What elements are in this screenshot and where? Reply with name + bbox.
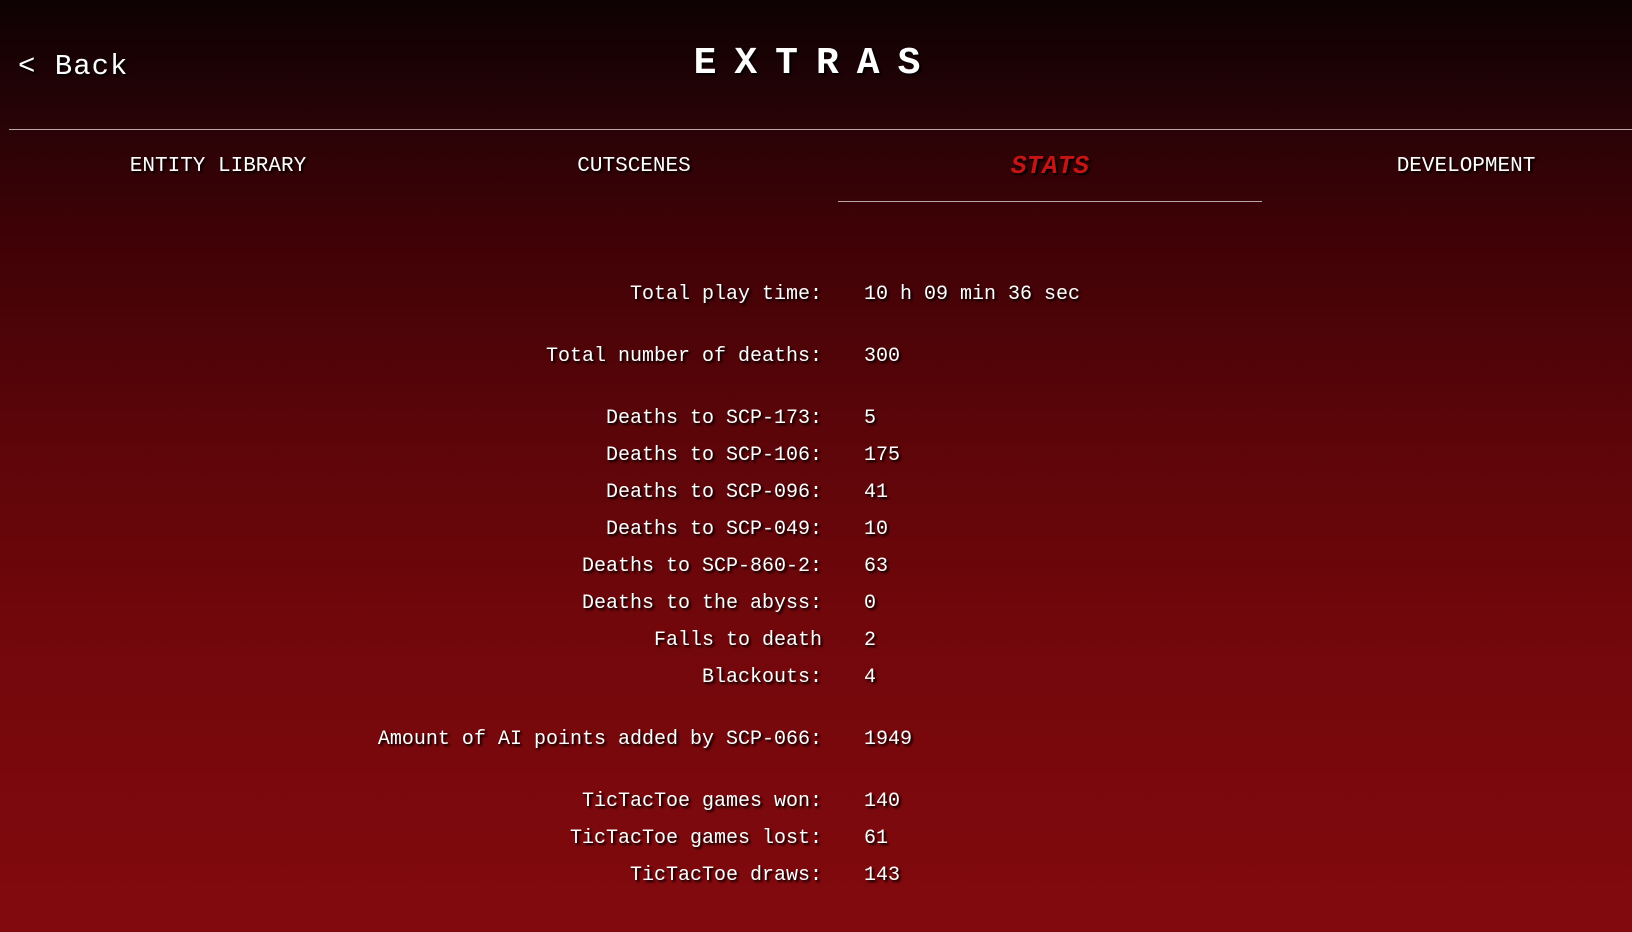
stat-value: 5 <box>864 407 877 430</box>
stat-value: 41 <box>864 481 889 504</box>
stat-row-blackouts: Blackouts: 4 <box>0 666 1632 696</box>
stat-label: TicTacToe games lost: <box>569 827 822 850</box>
stat-label: Total number of deaths: <box>545 345 822 368</box>
stat-value: 4 <box>864 666 877 689</box>
stat-value: 1949 <box>864 728 913 751</box>
stat-value: 140 <box>864 790 901 813</box>
stat-label: Deaths to SCP-049: <box>605 518 822 541</box>
stat-row-ai-points-scp-066: Amount of AI points added by SCP-066: 19… <box>0 728 1632 758</box>
stat-row-total-play-time: Total play time: 10 h 09 min 36 sec <box>0 283 1632 313</box>
stat-row-total-deaths: Total number of deaths: 300 <box>0 345 1632 375</box>
stats-list: Total play time: 10 h 09 min 36 sec Tota… <box>0 0 1632 932</box>
stat-value: 10 h 09 min 36 sec <box>864 283 1081 306</box>
stat-row-tictactoe-won: TicTacToe games won: 140 <box>0 790 1632 820</box>
stat-row-deaths-abyss: Deaths to the abyss: 0 <box>0 592 1632 622</box>
stat-label: Falls to death <box>653 629 822 652</box>
stat-value: 10 <box>864 518 889 541</box>
stat-value: 61 <box>864 827 889 850</box>
stat-row-tictactoe-draws: TicTacToe draws: 143 <box>0 864 1632 894</box>
stat-label: Deaths to the abyss: <box>581 592 822 615</box>
stat-value: 63 <box>864 555 889 578</box>
stat-label: Deaths to SCP-860-2: <box>581 555 822 578</box>
stat-value: 2 <box>864 629 877 652</box>
stat-label: Deaths to SCP-173: <box>605 407 822 430</box>
stat-row-deaths-scp-173: Deaths to SCP-173: 5 <box>0 407 1632 437</box>
stat-row-deaths-scp-096: Deaths to SCP-096: 41 <box>0 481 1632 511</box>
stat-row-falls-to-death: Falls to death 2 <box>0 629 1632 659</box>
stat-label: Amount of AI points added by SCP-066: <box>377 728 822 751</box>
stat-row-deaths-scp-860-2: Deaths to SCP-860-2: 63 <box>0 555 1632 585</box>
stat-label: Deaths to SCP-096: <box>605 481 822 504</box>
stat-label: Deaths to SCP-106: <box>605 444 822 467</box>
stat-label: Total play time: <box>629 283 822 306</box>
stat-label: Blackouts: <box>701 666 822 689</box>
stat-row-deaths-scp-106: Deaths to SCP-106: 175 <box>0 444 1632 474</box>
stat-label: TicTacToe draws: <box>629 864 822 887</box>
stat-value: 175 <box>864 444 901 467</box>
stat-row-tictactoe-lost: TicTacToe games lost: 61 <box>0 827 1632 857</box>
stat-value: 300 <box>864 345 901 368</box>
stat-value: 143 <box>864 864 901 887</box>
stat-label: TicTacToe games won: <box>581 790 822 813</box>
stat-row-deaths-scp-049: Deaths to SCP-049: 10 <box>0 518 1632 548</box>
stat-value: 0 <box>864 592 877 615</box>
